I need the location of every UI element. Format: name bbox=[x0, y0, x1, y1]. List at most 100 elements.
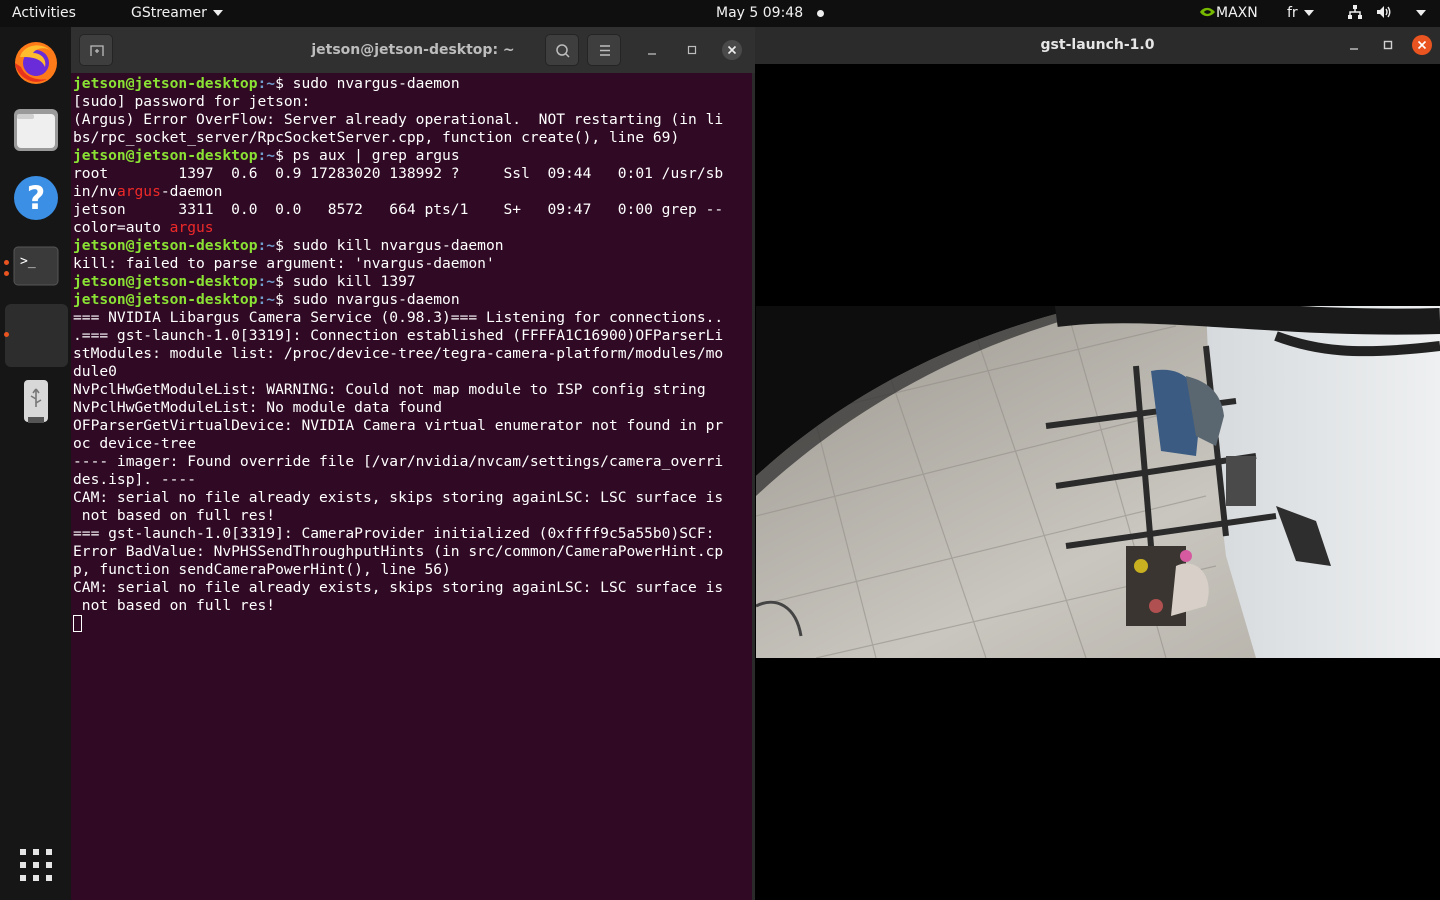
maximize-icon bbox=[1383, 40, 1393, 50]
maximize-button[interactable] bbox=[679, 37, 705, 63]
minimize-button[interactable] bbox=[1342, 33, 1366, 57]
minimize-icon bbox=[648, 53, 656, 55]
prompt-path: :~ bbox=[257, 75, 276, 92]
terminal-header-bar[interactable]: jetson@jetson-desktop: ~ bbox=[71, 27, 755, 73]
blank-app-icon[interactable] bbox=[14, 312, 58, 358]
clock-label: May 5 09:48 bbox=[716, 5, 804, 21]
terminal-window[interactable]: jetson@jetson-desktop: ~ jetson@jetson-d… bbox=[71, 27, 755, 900]
grep-match: argus bbox=[116, 183, 161, 200]
close-icon bbox=[1412, 35, 1432, 55]
prompt-symbol: $ bbox=[275, 75, 293, 92]
command-text: sudo nvargus-daemon bbox=[292, 75, 460, 92]
app-menu[interactable]: GStreamer bbox=[131, 0, 223, 27]
terminal-output-line: bs/rpc_socket_server/RpcSocketServer.cpp… bbox=[73, 129, 680, 146]
svg-text:>_: >_ bbox=[20, 254, 36, 269]
terminal-output-line: p, function sendCameraPowerHint(), line … bbox=[73, 561, 451, 578]
terminal-output-line: in/nvargus-daemon bbox=[73, 183, 747, 201]
terminal-output-line: [sudo] password for jetson: bbox=[73, 93, 311, 110]
nvidia-icon bbox=[1200, 7, 1215, 16]
command-text: sudo nvargus-daemon bbox=[292, 291, 460, 308]
gst-launch-window[interactable]: gst-launch-1.0 bbox=[755, 27, 1440, 900]
prompt-symbol: $ bbox=[275, 273, 293, 290]
svg-text:?: ? bbox=[27, 179, 46, 217]
terminal-output-line: .=== gst-launch-1.0[3319]: Connection es… bbox=[73, 327, 724, 344]
terminal-command-line: jetson@jetson-desktop:~$ sudo nvargus-da… bbox=[73, 75, 747, 93]
terminal-output-line: kill: failed to parse argument: 'nvargus… bbox=[73, 255, 495, 272]
running-indicator bbox=[4, 271, 9, 276]
terminal-output-line: not based on full res! bbox=[73, 507, 276, 524]
files-icon[interactable] bbox=[11, 105, 61, 155]
terminal-icon[interactable]: >_ bbox=[11, 241, 61, 291]
app-menu-label: GStreamer bbox=[131, 5, 207, 21]
minimize-button[interactable] bbox=[639, 37, 665, 63]
prompt-path: :~ bbox=[257, 291, 276, 308]
terminal-output-line: NvPclHwGetModuleList: WARNING: Could not… bbox=[73, 381, 706, 398]
close-icon bbox=[722, 40, 742, 60]
terminal-command-line: jetson@jetson-desktop:~$ sudo nvargus-da… bbox=[73, 291, 747, 309]
output-text: -daemon bbox=[160, 183, 223, 200]
power-mode-label: MAXN bbox=[1216, 5, 1258, 21]
top-bar: Activities GStreamer May 5 09:48 MAXN fr bbox=[0, 0, 1440, 27]
prompt-user: jetson@jetson-desktop bbox=[73, 273, 258, 290]
activities-button[interactable]: Activities bbox=[12, 0, 76, 27]
prompt-path: :~ bbox=[257, 273, 276, 290]
terminal-output-line: not based on full res! bbox=[73, 597, 276, 614]
prompt-user: jetson@jetson-desktop bbox=[73, 75, 258, 92]
terminal-output-line: jetson 3311 0.0 0.0 8572 664 pts/1 S+ 09… bbox=[73, 201, 724, 218]
search-icon bbox=[556, 44, 570, 58]
terminal-command-line: jetson@jetson-desktop:~$ sudo kill 1397 bbox=[73, 273, 747, 291]
command-text: sudo kill 1397 bbox=[292, 273, 416, 290]
terminal-output-line: === NVIDIA Libargus Camera Service (0.98… bbox=[73, 309, 724, 326]
usb-drive-icon[interactable] bbox=[11, 377, 61, 427]
notification-dot-icon bbox=[817, 9, 825, 17]
new-tab-button[interactable] bbox=[79, 34, 113, 66]
power-mode-indicator[interactable]: MAXN bbox=[1199, 0, 1258, 27]
terminal-cursor-line bbox=[73, 615, 747, 633]
terminal-output-line: CAM: serial no file already exists, skip… bbox=[73, 579, 724, 596]
new-tab-icon bbox=[90, 45, 104, 56]
system-menu-chevron-icon[interactable] bbox=[1410, 0, 1426, 27]
menu-button[interactable] bbox=[587, 34, 621, 66]
dock: ? >_ bbox=[0, 27, 71, 900]
terminal-output-line: OFParserGetVirtualDevice: NVIDIA Camera … bbox=[73, 417, 724, 434]
prompt-path: :~ bbox=[257, 237, 276, 254]
command-text: ps aux | grep argus bbox=[292, 147, 460, 164]
running-indicator bbox=[4, 260, 9, 265]
terminal-output-line: Error BadValue: NvPHSSendThroughputHints… bbox=[73, 543, 724, 560]
gst-header-bar[interactable]: gst-launch-1.0 bbox=[755, 27, 1440, 64]
prompt-symbol: $ bbox=[275, 237, 293, 254]
network-icon[interactable] bbox=[1347, 0, 1363, 27]
terminal-output-line: === gst-launch-1.0[3319]: CameraProvider… bbox=[73, 525, 715, 542]
volume-icon[interactable] bbox=[1376, 0, 1392, 27]
camera-video-frame bbox=[756, 306, 1440, 658]
terminal-output-line: CAM: serial no file already exists, skip… bbox=[73, 489, 724, 506]
terminal-output[interactable]: jetson@jetson-desktop:~$ sudo nvargus-da… bbox=[73, 75, 747, 633]
terminal-command-line: jetson@jetson-desktop:~$ sudo kill nvarg… bbox=[73, 237, 747, 255]
terminal-output-line: stModules: module list: /proc/device-tre… bbox=[73, 345, 724, 362]
maximize-icon bbox=[687, 45, 697, 55]
search-button[interactable] bbox=[545, 34, 579, 66]
prompt-user: jetson@jetson-desktop bbox=[73, 237, 258, 254]
terminal-output-line: root 1397 0.6 0.9 17283020 138992 ? Ssl … bbox=[73, 165, 724, 182]
window-title: jetson@jetson-desktop: ~ bbox=[311, 42, 515, 58]
close-button[interactable] bbox=[1410, 33, 1434, 57]
terminal-output-line: des.isp]. ---- bbox=[73, 471, 197, 488]
hamburger-menu-icon bbox=[600, 45, 610, 56]
terminal-output-line: (Argus) Error OverFlow: Server already o… bbox=[73, 111, 724, 128]
terminal-output-line: dule0 bbox=[73, 363, 117, 380]
terminal-output-line: color=auto argus bbox=[73, 219, 747, 237]
firefox-icon[interactable] bbox=[11, 37, 61, 87]
terminal-output-line: ---- imager: Found override file [/var/n… bbox=[73, 453, 724, 470]
prompt-user: jetson@jetson-desktop bbox=[73, 291, 258, 308]
clock[interactable]: May 5 09:48 bbox=[716, 0, 825, 27]
running-indicator bbox=[4, 332, 9, 337]
app-grid-icon[interactable] bbox=[18, 847, 54, 883]
terminal-output-line: oc device-tree bbox=[73, 435, 197, 452]
keyboard-layout-menu[interactable]: fr bbox=[1287, 0, 1314, 27]
maximize-button[interactable] bbox=[1376, 33, 1400, 57]
chevron-down-icon bbox=[212, 10, 223, 16]
text-cursor bbox=[73, 615, 82, 632]
help-icon[interactable]: ? bbox=[11, 173, 61, 223]
minimize-icon bbox=[1350, 48, 1358, 50]
close-button[interactable] bbox=[719, 37, 745, 63]
